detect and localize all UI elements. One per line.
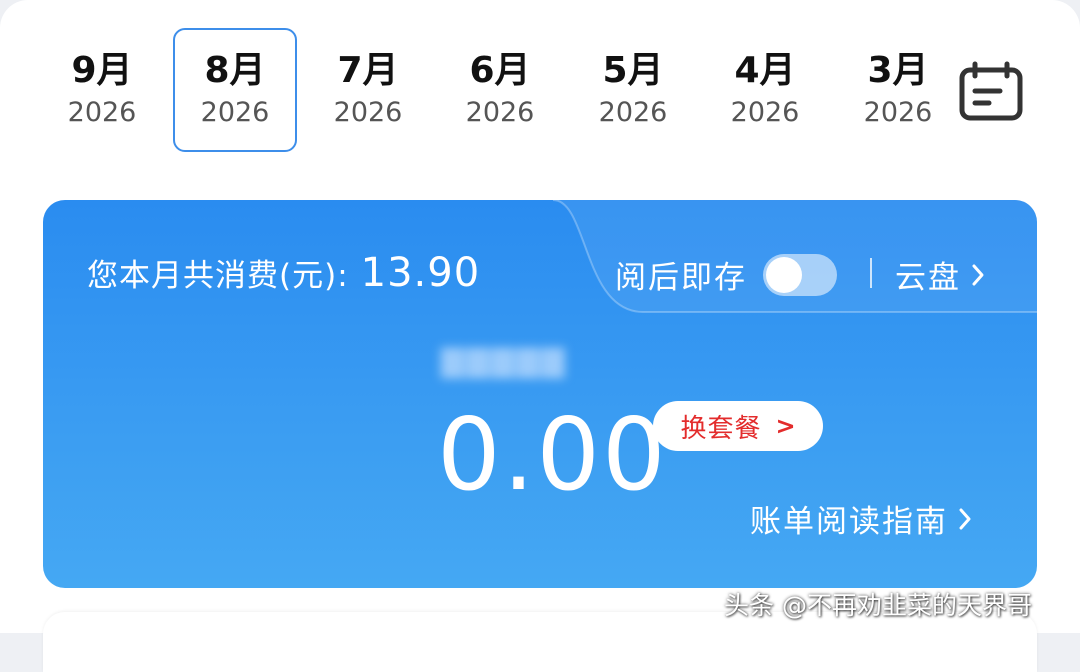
calendar-icon [959,61,1023,121]
spend-value: 13.90 [360,250,481,296]
monthly-spend: 您本月共消费(元): 13.90 [87,250,480,296]
month-label: 5月 [602,50,664,91]
month-tab-8[interactable]: 8月 2026 [173,28,297,152]
month-label: 4月 [734,50,796,91]
month-label: 3月 [867,50,929,91]
year-label: 2026 [598,97,668,128]
change-plan-button[interactable]: 换套餐 > [653,401,823,451]
year-label: 2026 [730,97,800,128]
month-tab-3[interactable]: 3月 2026 [836,28,940,152]
year-label: 2026 [67,97,137,128]
chevron-right-icon [972,264,984,285]
month-tab-5[interactable]: 5月 2026 [571,28,695,152]
month-label: 9月 [71,50,133,91]
calendar-button[interactable] [956,58,1026,128]
month-label: 8月 [204,50,266,91]
toggle-knob [766,256,802,293]
app-sheet: 9月 2026 8月 2026 7月 2026 6月 2026 5月 2026 … [0,0,1080,672]
amount-value: 0.00 [437,396,668,513]
month-tab-7[interactable]: 7月 2026 [306,28,430,152]
cloud-label: 云盘 [895,260,961,296]
change-plan-label: 换套餐 [680,413,762,444]
year-label: 2026 [200,97,270,128]
tabs-fade [928,20,954,150]
change-plan-arrow: > [775,412,796,440]
cloud-drive-link[interactable]: 云盘 [895,252,985,297]
bill-guide-link[interactable]: 账单阅读指南 [750,496,972,541]
month-tab-4[interactable]: 4月 2026 [703,28,827,152]
month-tab-6[interactable]: 6月 2026 [438,28,562,152]
bill-card: 您本月共消费(元): 13.90 阅后即存 云盘 ▇▇▇▇▇ 0.00 换套餐 … [43,200,1037,588]
read-save-control: 阅后即存 [615,252,837,297]
year-label: 2026 [465,97,535,128]
read-save-toggle[interactable] [763,253,837,296]
guide-label: 账单阅读指南 [750,504,948,540]
month-label: 6月 [469,50,531,91]
divider [870,258,872,288]
spend-label: 您本月共消费(元): [87,258,349,294]
blurred-label: ▇▇▇▇▇ [441,344,567,379]
month-label: 7月 [337,50,399,91]
year-label: 2026 [863,97,933,128]
chevron-right-icon [959,508,971,529]
watermark: 头条 @不再劝韭菜的天界哥 [724,591,1032,620]
year-label: 2026 [333,97,403,128]
month-selector: 9月 2026 8月 2026 7月 2026 6月 2026 5月 2026 … [40,28,940,156]
month-tab-9[interactable]: 9月 2026 [40,28,164,152]
read-save-label: 阅后即存 [615,260,747,296]
